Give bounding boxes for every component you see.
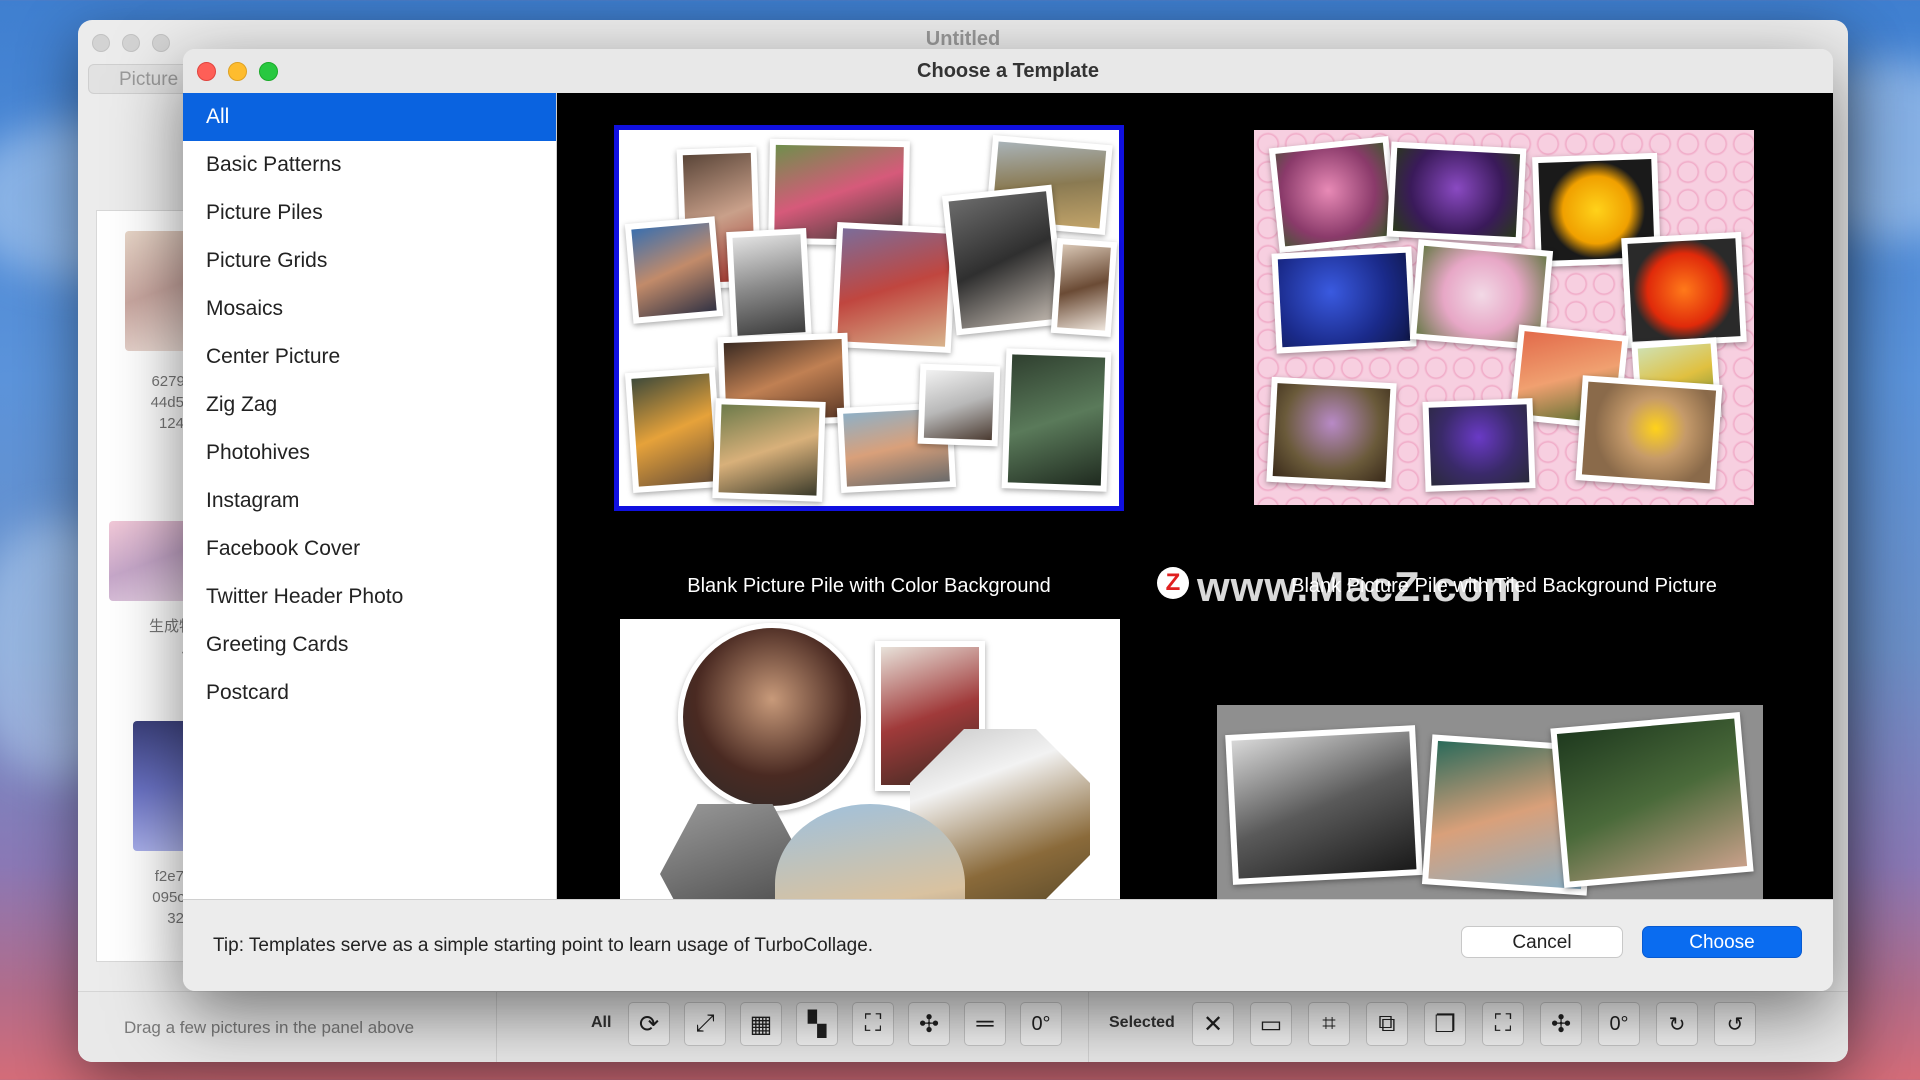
category-instagram[interactable]: Instagram [183,477,556,525]
category-greeting-cards[interactable]: Greeting Cards [183,621,556,669]
cancel-button[interactable]: Cancel [1461,926,1623,958]
category-center-picture[interactable]: Center Picture [183,333,556,381]
mosaic-grid-icon[interactable]: ▚ [796,1002,838,1046]
template-photo [1001,348,1112,492]
delete-icon[interactable]: ✕ [1192,1002,1234,1046]
category-list: All Basic Patterns Picture Piles Picture… [183,93,557,899]
template-photo [624,216,724,324]
fit-selected-icon[interactable]: ⛶ [1482,1002,1524,1046]
choose-button[interactable]: Choose [1642,926,1802,958]
toolbar-all-label: All [591,1014,612,1031]
watermark-text: www.MacZ.com [1197,563,1523,610]
category-mosaics[interactable]: Mosaics [183,285,556,333]
template-gray-pile[interactable] [1217,705,1763,899]
template-photo [1621,231,1747,349]
template-photo [830,221,958,354]
shrink-selected-icon[interactable]: ✣ [1540,1002,1582,1046]
send-backward-icon[interactable]: ❐ [1424,1002,1466,1046]
template-picture-pile-tiled-bg[interactable] [1254,130,1754,505]
template-photohive[interactable] [620,619,1120,899]
category-picture-grids[interactable]: Picture Grids [183,237,556,285]
category-basic-patterns[interactable]: Basic Patterns [183,141,556,189]
toolbar-selected-label: Selected [1109,1014,1175,1031]
zero-rotation-selected-icon[interactable]: 0° [1598,1002,1640,1046]
drag-hint: Drag a few pictures in the panel above [124,1018,415,1037]
template-label: Blank Picture Pile with Color Background [687,575,1051,597]
crop-icon[interactable]: ⌗ [1308,1002,1350,1046]
rotate-all-icon[interactable]: ⟳ [628,1002,670,1046]
template-photo [1266,376,1397,489]
main-toolbar: Drag a few pictures in the panel above A… [78,991,1848,1062]
rotate-right-icon[interactable]: ↻ [1656,1002,1698,1046]
equalize-icon[interactable]: ═ [964,1002,1006,1046]
category-photohives[interactable]: Photohives [183,429,556,477]
template-photo [1422,398,1536,492]
template-photo [1550,712,1754,888]
category-facebook-cover[interactable]: Facebook Cover [183,525,556,573]
template-photo [1271,246,1417,354]
template-photo [1225,725,1423,885]
template-photo [678,623,866,811]
template-photo [941,184,1067,336]
template-photo [1386,141,1527,244]
bring-forward-icon[interactable]: ⧉ [1366,1002,1408,1046]
expand-all-icon[interactable]: ⤢ [684,1002,726,1046]
template-photo [712,398,826,502]
shrink-all-icon[interactable]: ✣ [908,1002,950,1046]
category-postcard[interactable]: Postcard [183,669,556,717]
tip-text: Tip: Templates serve as a simple startin… [213,935,874,956]
main-window-title: Untitled [925,28,1001,50]
category-twitter-header-photo[interactable]: Twitter Header Photo [183,573,556,621]
dialog-title: Choose a Template [917,60,1099,82]
dialog-footer: Tip: Templates serve as a simple startin… [183,899,1833,991]
choose-template-dialog: Choose a Template All Basic Patterns Pic… [183,49,1833,991]
zero-rotation-icon[interactable]: 0° [1020,1002,1062,1046]
dialog-titlebar: Choose a Template [183,49,1833,94]
template-picture-pile-color-bg[interactable] [614,125,1124,511]
rotate-left-icon[interactable]: ↺ [1714,1002,1756,1046]
fit-all-icon[interactable]: ⛶ [852,1002,894,1046]
template-photo [726,227,812,343]
template-gallery: Blank Picture Pile with Color Background… [557,93,1833,899]
category-picture-piles[interactable]: Picture Piles [183,189,556,237]
image-icon[interactable]: ▭ [1250,1002,1292,1046]
template-photo [1575,375,1723,490]
toolbar-separator [1088,992,1089,1062]
category-all[interactable]: All [183,93,556,141]
category-zig-zag[interactable]: Zig Zag [183,381,556,429]
template-photo [1268,136,1400,253]
template-photo [917,363,1001,447]
toolbar-separator [496,992,497,1062]
watermark-logo: Z [1157,567,1189,599]
template-photo [624,367,724,493]
grid-icon[interactable]: ▦ [740,1002,782,1046]
template-photo [1050,238,1118,337]
